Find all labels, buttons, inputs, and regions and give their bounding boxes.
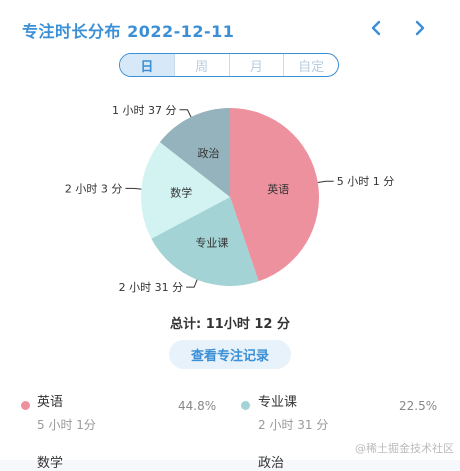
pie-leader-major xyxy=(186,279,198,288)
legend-name: 英语 xyxy=(37,395,64,410)
pie-leader-math xyxy=(125,187,142,190)
pie-value-politics: 1 小时 37 分 xyxy=(112,104,177,117)
next-date-button[interactable] xyxy=(407,14,433,42)
tab-month[interactable]: 月 xyxy=(228,54,284,76)
view-focus-records-button[interactable]: 查看专注记录 xyxy=(169,340,291,369)
legend-name: 政治 xyxy=(258,456,285,471)
legend-name: 数学 xyxy=(37,456,64,471)
total-duration: 总计: 11小时 12 分 xyxy=(170,317,290,332)
tab-custom[interactable]: 自定 xyxy=(283,54,338,76)
pie-label-english: 英语 xyxy=(267,182,289,196)
legend-percent: 44.8% xyxy=(178,399,217,413)
pie-value-major: 2 小时 31 分 xyxy=(119,281,184,294)
pie-leader-politics xyxy=(179,109,192,118)
tab-day[interactable]: 日 xyxy=(120,54,174,76)
pie-chart: 英语 5 小时 1 分专业课 2 小时 31 分 数学 2 小时 3 分 政治 1 小时 3… xyxy=(0,95,460,295)
pie-value-math: 2 小时 3 分 xyxy=(65,182,123,195)
pie-label-major: 专业课 xyxy=(195,235,228,249)
pie-label-politics: 政治 xyxy=(198,146,220,160)
legend-duration: 2 小时 31 分 xyxy=(258,418,329,432)
pie-chart-svg: 英语 5 小时 1 分专业课 2 小时 31 分 数学 2 小时 3 分 政治 1 小时 3… xyxy=(65,104,395,294)
chevron-left-icon xyxy=(371,20,381,36)
legend-name: 专业课 xyxy=(258,395,298,410)
chevron-right-icon xyxy=(415,20,425,36)
previous-date-button[interactable] xyxy=(363,14,389,42)
legend-percent: 22.5% xyxy=(399,399,438,413)
pie-label-math: 数学 xyxy=(170,186,192,200)
watermark: @稀土掘金技术社区 xyxy=(355,442,454,455)
pie-value-english: 5 小时 1 分 xyxy=(337,175,395,188)
legend-color-dot xyxy=(21,401,30,410)
legend-duration: 5 小时 1分 xyxy=(37,418,96,432)
page-title: 专注时长分布 2022-12-11 xyxy=(22,22,235,41)
stats-card: 专注时长分布 2022-12-11 日 周 月 自定 英语 5 小时 1 分专业课… xyxy=(0,0,460,471)
pie-leader-english xyxy=(317,180,334,183)
tab-week[interactable]: 周 xyxy=(173,54,229,76)
legend-color-dot xyxy=(241,401,250,410)
period-segmented-control: 日 周 月 自定 xyxy=(119,53,339,77)
